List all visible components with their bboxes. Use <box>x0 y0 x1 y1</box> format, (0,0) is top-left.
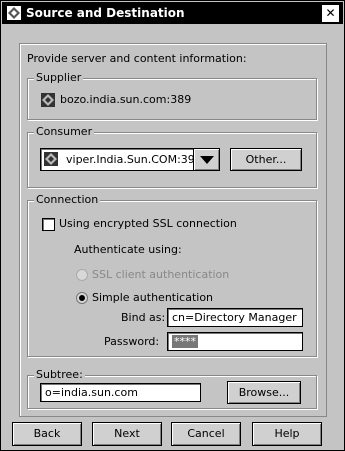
password-input[interactable]: **** <box>167 332 303 351</box>
simple-auth-radio[interactable] <box>76 292 88 304</box>
password-mask: **** <box>172 335 198 348</box>
consumer-dropdown-button[interactable] <box>193 148 220 171</box>
chevron-down-icon <box>199 156 214 164</box>
title-bar[interactable]: Source and Destination ✕ <box>2 2 343 24</box>
supplier-host: bozo.india.sun.com:389 <box>60 93 192 106</box>
browse-button[interactable]: Browse... <box>227 381 301 404</box>
ssl-client-auth-label[interactable]: SSL client authentication <box>92 268 229 281</box>
next-button[interactable]: Next <box>92 422 162 446</box>
subtree-input[interactable]: o=india.sun.com <box>40 383 201 402</box>
other-button[interactable]: Other... <box>230 148 302 171</box>
simple-auth-label[interactable]: Simple authentication <box>92 291 213 304</box>
ssl-checkbox-label[interactable]: Using encrypted SSL connection <box>59 217 237 230</box>
back-button[interactable]: Back <box>12 422 82 446</box>
consumer-legend: Consumer <box>34 125 95 138</box>
help-button[interactable]: Help <box>252 422 322 446</box>
ssl-checkbox[interactable] <box>42 218 55 231</box>
source-destination-dialog: Source and Destination ✕ Provide server … <box>0 0 345 451</box>
subtree-group: Subtree: o=india.sun.com Browse... <box>27 368 317 409</box>
supplier-group: Supplier bozo.india.sun.com:389 <box>27 71 317 120</box>
subtree-legend: Subtree: <box>34 368 85 381</box>
connection-legend: Connection <box>34 193 101 206</box>
cancel-button[interactable]: Cancel <box>171 422 241 446</box>
directory-app-icon <box>7 6 21 20</box>
bind-as-input[interactable]: cn=Directory Manager <box>167 308 303 327</box>
intro-text: Provide server and content information: <box>27 52 247 65</box>
consumer-selected-value: viper.India.Sun.COM:399 <box>66 153 202 166</box>
password-label: Password: <box>104 335 160 348</box>
consumer-group: Consumer viper.India.Sun.COM:399 Other..… <box>27 125 317 188</box>
connection-group: Connection Using encrypted SSL connectio… <box>27 193 317 357</box>
server-icon <box>44 152 58 166</box>
window-title: Source and Destination <box>26 6 185 20</box>
auth-heading: Authenticate using: <box>74 243 182 256</box>
server-icon <box>41 93 55 107</box>
close-button[interactable]: ✕ <box>322 5 339 22</box>
supplier-legend: Supplier <box>34 71 84 84</box>
bind-as-label: Bind as: <box>121 311 166 324</box>
ssl-client-auth-radio[interactable] <box>76 269 88 281</box>
